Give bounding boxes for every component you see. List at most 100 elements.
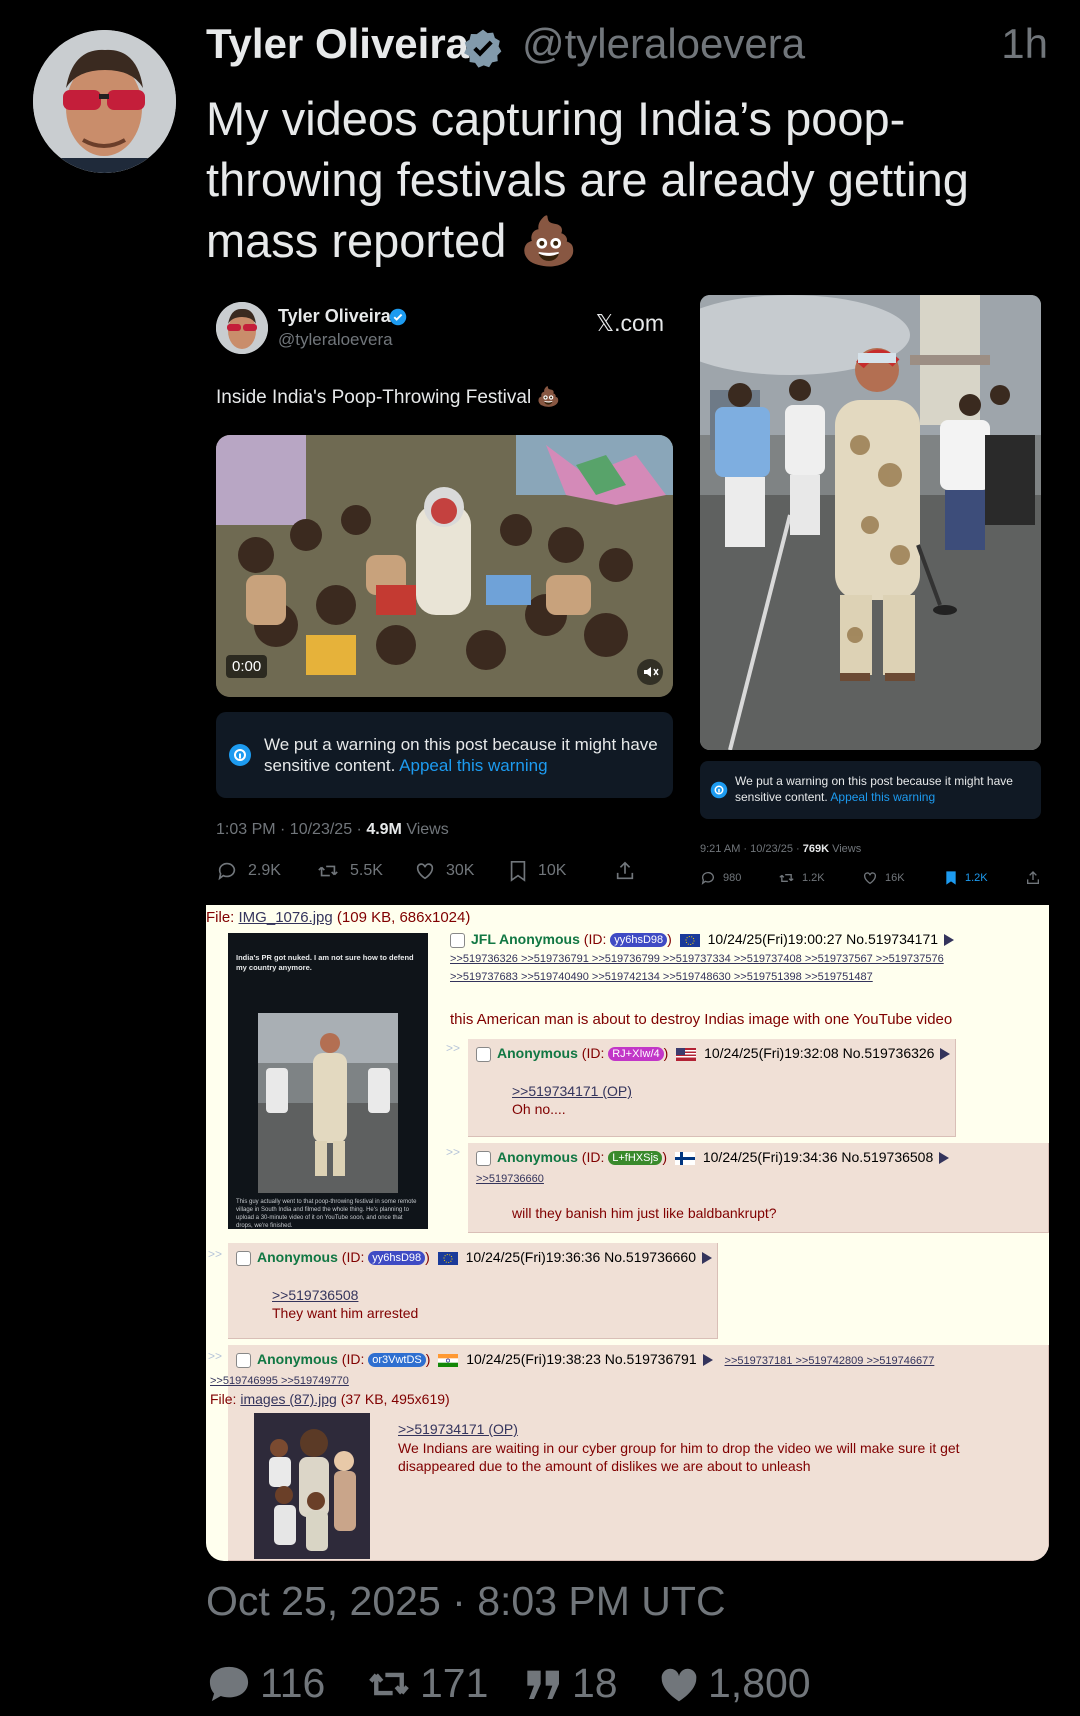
eu-flag-icon (437, 1251, 458, 1265)
post-menu-arrow-icon[interactable] (702, 1354, 713, 1367)
finland-flag-icon (674, 1151, 695, 1165)
op-poster-id: yy6hsD98 (610, 933, 668, 948)
file-label: File: (206, 909, 239, 926)
eu-flag-icon (679, 933, 700, 947)
author-avatar[interactable] (33, 30, 176, 173)
reply-quote-link[interactable]: >>519736508 (272, 1287, 358, 1303)
appeal-warning-link: Appeal this warning (830, 790, 936, 804)
view-count: 4.9M (366, 821, 402, 838)
embed-retweet-count: 5.5K (350, 862, 383, 879)
like-icon (661, 1668, 697, 1701)
embed-author-handle: @tyleraloevera (278, 330, 393, 349)
sensitive-content-warning: We put a warning on this post because it… (700, 761, 1041, 819)
embed-bookmark: 10K (508, 860, 566, 882)
post-menu-arrow-icon[interactable] (944, 934, 955, 947)
quote-icon (527, 1670, 559, 1699)
reply-datetime: 10/24/25(Fri)19:38:23 No.519736791 (466, 1351, 697, 1367)
author-handle[interactable]: @tyleraloevera (522, 20, 805, 68)
post-menu-arrow-icon[interactable] (702, 1252, 713, 1265)
author-name[interactable]: Tyler Oliveira (206, 20, 469, 68)
retweets-stat[interactable]: 171 (366, 1660, 488, 1707)
reply-post: Anonymous (ID: yy6hsD98) 10/24/25(Fri)19… (228, 1243, 718, 1339)
reply-post: Anonymous (ID: RJ+XIw/4) 10/24/25(Fri)19… (468, 1039, 956, 1137)
embed-avatar (216, 302, 268, 354)
reply-checkbox[interactable] (236, 1352, 251, 1368)
india-flag-icon (438, 1353, 459, 1367)
embed-like: 30K (414, 860, 474, 882)
verified-badge-icon (389, 308, 407, 326)
op-file-name: IMG_1076.jpg (238, 909, 333, 926)
embed-action-bar: 2.9K 5.5K 30K 10K (216, 860, 676, 886)
reply-datetime: 10/24/25(Fri)19:34:36 No.519736508 (702, 1149, 934, 1165)
reply-quote-link[interactable]: >>519734171 (OP) (512, 1083, 632, 1099)
embed-reply: 2.9K (216, 860, 281, 882)
timestamp[interactable]: 1h (1001, 20, 1048, 68)
share-icon (614, 860, 636, 882)
reply-count: 116 (260, 1660, 326, 1706)
engagement-stats: 116 171 18 1,800 (206, 1660, 1066, 1710)
op-backlinks-2[interactable]: >>519737683 >>519740490 >>519742134 >>51… (450, 971, 873, 983)
reply-text: They want him arrested (272, 1305, 419, 1321)
post-menu-arrow-icon[interactable] (940, 1048, 951, 1061)
thumb-caption-top: India's PR got nuked. I am not sure how … (236, 953, 414, 972)
reply-quote-link[interactable]: >>519734171 (OP) (398, 1421, 518, 1437)
embed-post-text: Inside India's Poop-Throwing Festival 💩 (216, 387, 561, 408)
embed-post-meta: 9:21 AM · 10/23/25 · 769K Views (700, 843, 861, 855)
reply-poster-name: Anonymous (257, 1351, 338, 1367)
like-icon (864, 872, 876, 885)
op-poster-name: JFL Anonymous (471, 931, 580, 947)
embed-like-count: 30K (446, 862, 475, 879)
reply-backlinks[interactable]: >>519736660 (476, 1173, 544, 1185)
reply-backlinks[interactable]: >>519737181 >>519742809 >>519746677 (725, 1355, 935, 1367)
op-post-header: JFL Anonymous (ID: yy6hsD98) 10/24/25(Fr… (450, 931, 1049, 948)
op-thumbnail: India's PR got nuked. I am not sure how … (228, 933, 428, 1229)
op-file-line: File: IMG_1076.jpg (109 KB, 686x1024) (206, 909, 470, 926)
reply-checkbox[interactable] (236, 1250, 251, 1266)
embed-reply-count: 980 (723, 872, 742, 884)
reply-post: Anonymous (ID: or3VwtDS) 10/24/25(Fri)19… (210, 1345, 1049, 1561)
reply-poster-name: Anonymous (497, 1149, 578, 1165)
verified-badge-icon (462, 27, 504, 69)
quote-count: 18 (572, 1660, 618, 1706)
x-logo: 𝕏.com (595, 310, 664, 336)
embedded-post-screenshot-1: Tyler Oliveira @tyleraloevera 𝕏.com Insi… (206, 288, 684, 896)
reply-post: Anonymous (ID: L+fHXSjs) 10/24/25(Fri)19… (468, 1143, 1049, 1233)
retweet-count: 171 (420, 1660, 489, 1706)
reply-poster-id: L+fHXSjs (608, 1151, 663, 1166)
op-id-label: (ID: yy6hsD98) (583, 931, 672, 948)
likes-stat[interactable]: 1,800 (658, 1660, 811, 1707)
mute-icon (637, 659, 663, 685)
post-menu-arrow-icon[interactable] (939, 1152, 950, 1165)
reply-poster-name: Anonymous (257, 1249, 338, 1265)
reply-file-info: (37 KB, 495x619) (336, 1391, 450, 1407)
info-icon (710, 781, 728, 799)
reply-backlinks-2[interactable]: >>519746995 >>519749770 (210, 1375, 349, 1387)
reply-checkbox[interactable] (476, 1046, 491, 1062)
reply-checkbox[interactable] (476, 1150, 491, 1166)
embed-video: 0:00 (216, 435, 673, 697)
embed-retweet: 5.5K (316, 860, 383, 882)
bookmark-icon (510, 861, 526, 882)
reply-datetime: 10/24/25(Fri)19:36:36 No.519736660 (465, 1249, 697, 1265)
reply-icon (218, 862, 236, 881)
embed-retweet-count: 1.2K (802, 872, 825, 884)
bookmark-icon (946, 871, 956, 885)
reply-text: We Indians are waiting in our cyber grou… (398, 1440, 960, 1474)
reply-file-name[interactable]: images (87).jpg (240, 1391, 337, 1407)
replies-stat[interactable]: 116 (206, 1660, 325, 1707)
op-checkbox[interactable] (450, 932, 465, 948)
thumb-caption-bottom: This guy actually went to that poop-thro… (236, 1199, 417, 1229)
op-backlinks-1[interactable]: >>519736326 >>519736791 >>519736799 >>51… (450, 953, 944, 965)
quotes-stat[interactable]: 18 (524, 1660, 618, 1707)
retweet-icon (779, 874, 794, 882)
tweet-text: My videos capturing India’s poop-throwin… (206, 92, 969, 267)
reply-thumbnail[interactable] (254, 1413, 370, 1559)
embed-like: 16K (862, 870, 905, 886)
post-time: 1:03 PM · 10/23/25 · (216, 821, 367, 838)
post-date[interactable]: Oct 25, 2025 · 8:03 PM UTC (206, 1578, 726, 1625)
reply-text: Oh no.... (512, 1101, 566, 1117)
post-time: 9:21 AM · 10/23/25 · (700, 843, 803, 855)
embed-photo (700, 295, 1041, 750)
reply-poster-name: Anonymous (497, 1045, 578, 1061)
views-label: Views (829, 843, 862, 855)
